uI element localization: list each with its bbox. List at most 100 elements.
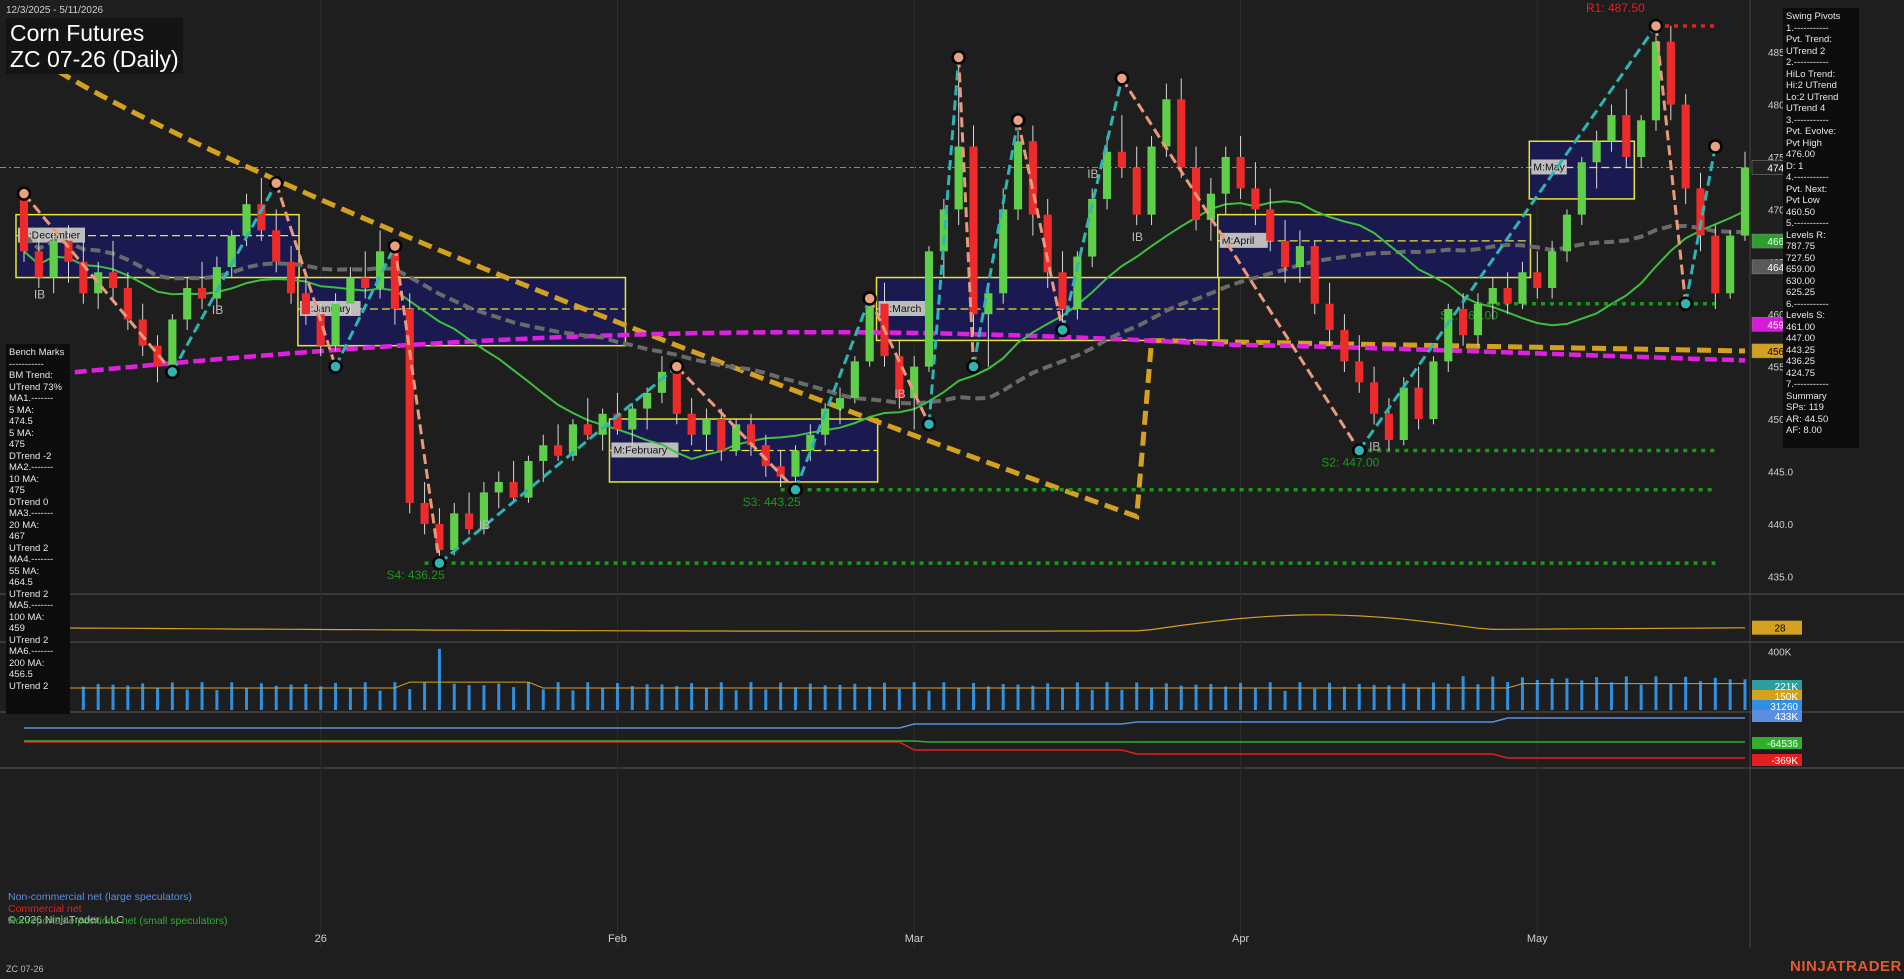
candle-body [1533, 272, 1542, 289]
candle-body [554, 445, 563, 456]
candle-body [1028, 141, 1037, 215]
time-tick-label: Feb [608, 933, 627, 945]
cot-legend-noncommercial: Non-commercial net (large speculators) [8, 891, 192, 903]
candle-body [1592, 141, 1601, 163]
candle-body [1340, 329, 1349, 362]
candle-body [19, 198, 29, 252]
candle-body [939, 209, 948, 252]
candle-body [390, 251, 399, 309]
candle-body [1206, 193, 1215, 220]
ib-label: IB [894, 387, 905, 401]
candle-body [168, 319, 177, 367]
candle-body [509, 481, 518, 498]
candle-body [1236, 156, 1245, 189]
candle-body [1251, 188, 1260, 210]
candle-body [791, 450, 800, 477]
candle-body [420, 502, 429, 524]
month-box-label: M:February [613, 444, 667, 456]
candle-body [494, 481, 503, 493]
swing-high-marker [862, 291, 877, 306]
candle-body [1280, 240, 1290, 268]
swing-low-marker [328, 359, 343, 374]
swing-low-marker [165, 364, 180, 380]
ib-label: IB [1369, 439, 1380, 453]
candle-body [1295, 246, 1304, 268]
candle-body [183, 288, 192, 320]
candle-body [1503, 288, 1512, 304]
cot-badge-label: -369K [1771, 756, 1798, 767]
ib-label: IB [212, 303, 223, 317]
candle-body [346, 277, 355, 304]
cot-badge-label: -64536 [1767, 739, 1799, 750]
candle-body [702, 419, 711, 435]
swing-pivots-panel: Swing Pivots 1.----------- Pvt. Trend: U… [1783, 8, 1859, 448]
candle-body [1266, 209, 1275, 241]
candle-body [108, 272, 118, 289]
candle-body [850, 361, 859, 399]
candle-body [272, 230, 281, 262]
swing-low-marker [921, 417, 937, 432]
swing-low-marker [1055, 322, 1070, 338]
candle-body [1622, 115, 1631, 157]
chart-title-box: Corn Futures ZC 07-26 (Daily) [6, 18, 183, 74]
level-label: S2: 447.00 [1321, 455, 1379, 469]
chart-title: Corn Futures [10, 20, 145, 46]
candle-body [1399, 387, 1408, 441]
candle-body [49, 240, 58, 278]
oscillator-badge-label: 28 [1774, 624, 1786, 635]
candle-body [1384, 413, 1394, 441]
candle-body [1637, 120, 1646, 157]
month-box [15, 213, 300, 279]
swing-low-marker [966, 359, 981, 374]
swing-low-marker [432, 555, 447, 571]
candle-body [1459, 308, 1468, 336]
level-label: R1: 487.50 [1586, 1, 1645, 15]
price-tick-label: 445.0 [1768, 467, 1793, 478]
candle-body [450, 513, 459, 551]
candle-body [1726, 235, 1735, 294]
candle-body [1488, 288, 1497, 304]
swing-high-marker [16, 186, 32, 201]
level-label: S3: 443.25 [743, 495, 801, 509]
time-tick-label: 26 [315, 933, 327, 945]
swing-low-marker [1352, 443, 1367, 458]
price-chart[interactable]: M:DecemberM:JanuaryM:FebruaryM:MarchM:Ap… [0, 0, 1904, 979]
candle-body [331, 303, 340, 346]
candle-body [1310, 246, 1319, 304]
candle-body [1473, 303, 1483, 336]
ib-label: IB [34, 288, 45, 302]
candle-body [1444, 308, 1453, 362]
candle-body [910, 366, 919, 399]
candle-body [1370, 382, 1379, 414]
time-tick-label: May [1527, 933, 1548, 945]
cot-legend-small-specs: Nonreportable positions net (small specu… [8, 915, 228, 927]
candle-body [1162, 99, 1171, 147]
candle-body [732, 424, 741, 451]
candle-body [539, 445, 548, 461]
chart-subtitle: ZC 07-26 (Daily) [10, 46, 179, 72]
candle-body [1117, 151, 1126, 168]
candle-body [1607, 115, 1616, 142]
bench-marks-panel: Bench Marks ----------- BM Trend: UTrend… [6, 344, 70, 714]
candle-body [672, 371, 681, 414]
candle-body [1577, 162, 1586, 215]
price-tick-label: 440.0 [1768, 520, 1793, 531]
candle-body [924, 251, 934, 367]
price-tick-label: 435.0 [1768, 572, 1793, 583]
candle-body [1740, 167, 1750, 236]
swing-low-marker [788, 482, 803, 498]
candle-body [465, 513, 474, 530]
time-tick-label: Apr [1232, 933, 1249, 945]
swing-high-marker [951, 50, 966, 65]
volume-tick-label: 400K [1768, 647, 1792, 658]
ib-label: IB [1087, 167, 1098, 181]
candle-body [1562, 214, 1572, 252]
swing-low-marker [1678, 296, 1693, 311]
candle-body [1711, 235, 1720, 294]
ib-label: IB [479, 518, 490, 532]
candle-body [1681, 104, 1690, 189]
candle-body [1414, 387, 1423, 420]
candle-body [583, 424, 592, 435]
candle-body [1355, 361, 1364, 383]
candle-body [835, 398, 845, 409]
